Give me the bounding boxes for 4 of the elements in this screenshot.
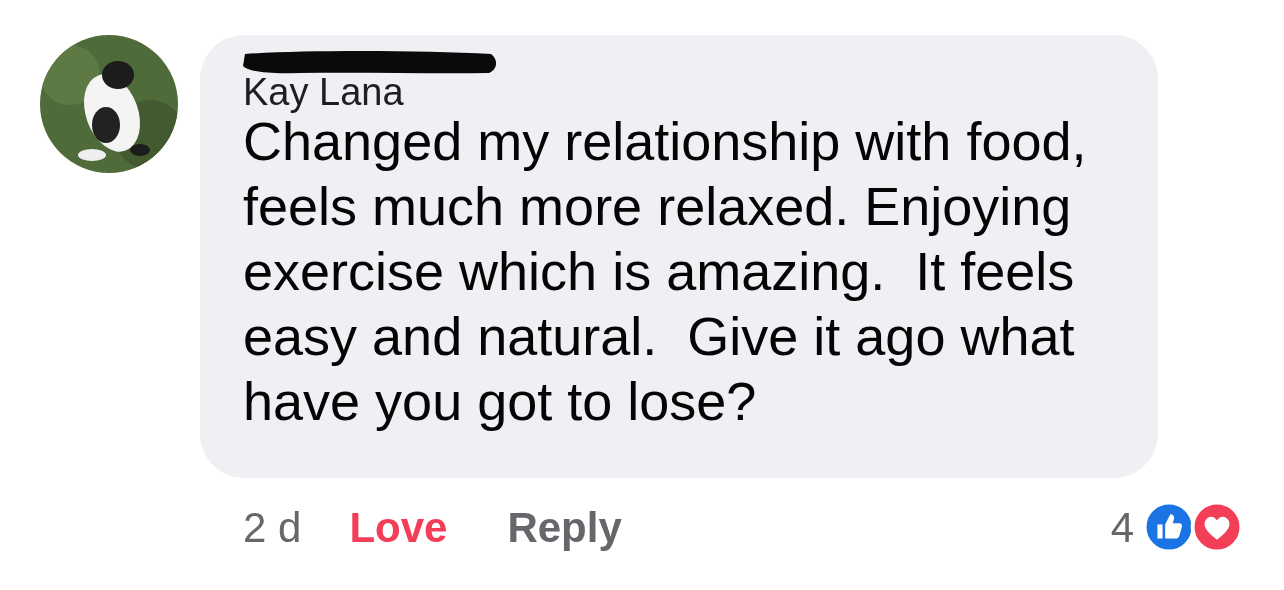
reply-link[interactable]: Reply: [507, 495, 622, 559]
timestamp: 2 d: [243, 502, 302, 553]
love-link[interactable]: Love: [349, 495, 448, 559]
reaction-count: 4: [1110, 502, 1134, 553]
